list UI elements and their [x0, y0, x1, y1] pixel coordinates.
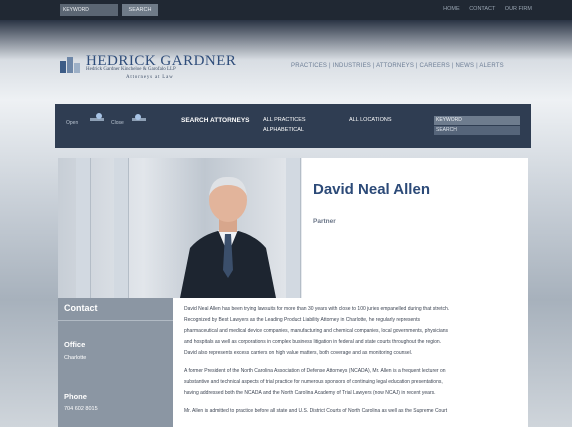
phone-heading: Phone	[64, 392, 87, 401]
shade-open-label[interactable]: Open	[66, 120, 78, 126]
phone-value[interactable]: 704 602 8015	[64, 406, 98, 412]
attorney-search-button[interactable]: SEARCH	[434, 126, 520, 135]
bio-line: David also represents excess carriers on…	[184, 350, 413, 356]
top-keyword-input[interactable]: KEYWORD	[60, 4, 118, 16]
top-search-button[interactable]: SEARCH	[122, 4, 158, 16]
attorney-keyword-input[interactable]: KEYWORD	[434, 116, 520, 125]
all-locations-select[interactable]: ALL LOCATIONS	[349, 117, 392, 123]
office-value[interactable]: Charlotte	[64, 355, 86, 361]
contact-link[interactable]: CONTACT	[469, 6, 495, 12]
attorney-name: David Neal Allen	[313, 181, 430, 198]
home-link[interactable]: HOME	[443, 6, 460, 12]
bio-line: A former President of the North Carolina…	[184, 368, 446, 374]
contact-heading: Contact	[64, 303, 98, 313]
attorney-photo	[58, 158, 302, 298]
bio-line: pharmaceutical and medical device compan…	[184, 328, 449, 334]
search-attorneys-label: SEARCH ATTORNEYS	[181, 117, 250, 124]
shade-close-label[interactable]: Close	[111, 120, 124, 126]
firm-logo-mark[interactable]	[60, 57, 80, 73]
bio-line: substantive and technical aspects of tri…	[184, 379, 443, 385]
office-heading: Office	[64, 340, 86, 349]
our-firm-link[interactable]: OUR FIRM	[505, 6, 532, 12]
contact-divider	[58, 320, 173, 321]
bio-line: Recognized by Best Lawyers as the Leadin…	[184, 317, 420, 323]
alphabetical-link[interactable]: ALPHABETICAL	[263, 127, 304, 133]
firm-logo-tagline: Attorneys at Law	[126, 75, 174, 80]
bio-line: David Neal Allen has been trying lawsuit…	[184, 306, 450, 312]
bio-line: Mr. Allen is admitted to practice before…	[184, 408, 448, 414]
shade-open-icon[interactable]	[90, 112, 104, 122]
firm-logo-subtitle: Hedrick Gardner Kincheloe & Garofalo LLP	[86, 67, 176, 72]
top-links: HOME CONTACT OUR FIRM	[435, 6, 532, 12]
shade-close-icon[interactable]	[132, 112, 146, 122]
bio-line: having addressed both the NCADA and the …	[184, 390, 436, 396]
attorney-title: Partner	[313, 218, 336, 225]
bio-line: and hospitals as well as corporations in…	[184, 339, 442, 345]
main-nav[interactable]: PRACTICES | INDUSTRIES | ATTORNEYS | CAR…	[291, 63, 504, 69]
all-practices-select[interactable]: ALL PRACTICES	[263, 117, 306, 123]
